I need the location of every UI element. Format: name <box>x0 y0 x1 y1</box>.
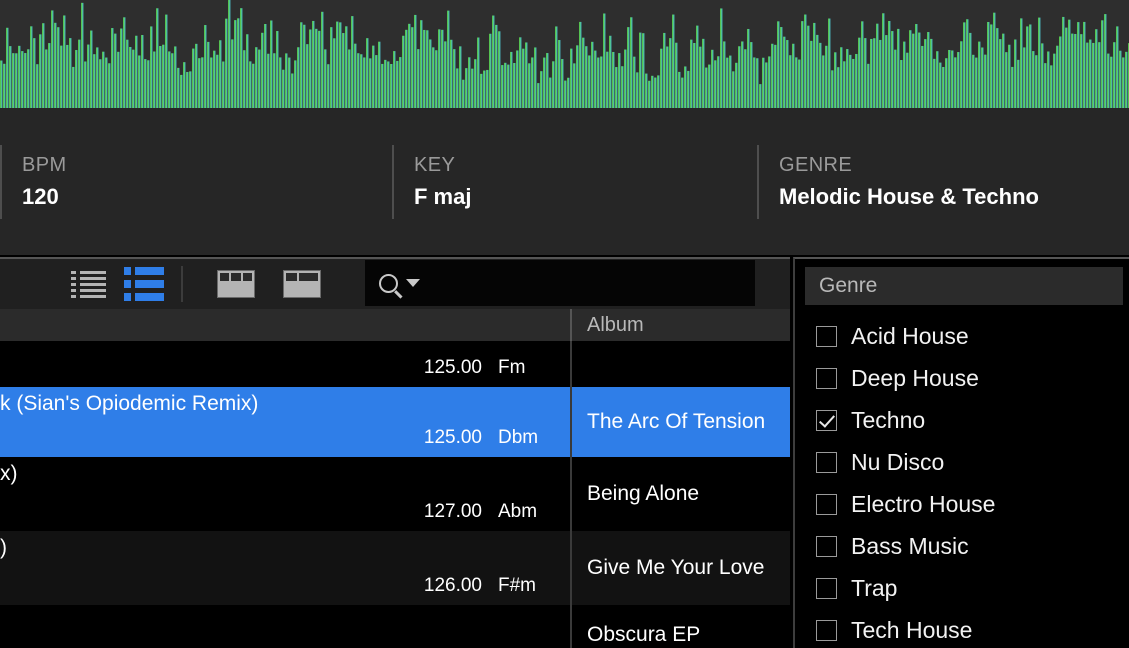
waveform-canvas <box>0 0 1129 108</box>
checkbox-icon[interactable] <box>816 619 837 641</box>
row-title-cell: x) 127.00 Abm <box>0 457 572 531</box>
compact-list-view-button[interactable] <box>60 258 116 310</box>
genre-filter-item[interactable]: Bass Music <box>795 525 1129 567</box>
row-title-cell <box>0 605 572 648</box>
genre-filter-label: Deep House <box>851 364 979 391</box>
row-title-cell: ) 126.00 F#m <box>0 531 572 605</box>
track-bpm: 125.00 <box>423 427 482 448</box>
column-header-album[interactable]: Album <box>572 309 790 341</box>
search-bar[interactable] <box>365 260 755 306</box>
checkbox-checked-icon[interactable] <box>816 409 837 431</box>
large-list-icon <box>124 267 164 301</box>
checkbox-icon[interactable] <box>816 577 837 599</box>
track-title: x) <box>0 462 18 485</box>
chevron-down-icon[interactable] <box>406 279 420 287</box>
bpm-label: BPM <box>22 153 67 176</box>
genre-label: GENRE <box>779 153 853 176</box>
track-waveform[interactable] <box>0 0 1129 108</box>
three-deck-layout-button[interactable] <box>208 258 264 310</box>
row-title-cell: k (Sian's Opiodemic Remix) 125.00 Dbm <box>0 387 572 457</box>
track-bpm: 125.00 <box>423 357 482 378</box>
track-album: Give Me Your Love <box>587 556 765 579</box>
genre-filter-list: Acid House Deep House Techno Nu Disco Electr… <box>795 309 1129 648</box>
metadata-genre: GENRE Melodic House & Techno <box>757 144 1129 219</box>
genre-filter-item[interactable]: Nu Disco <box>795 441 1129 483</box>
key-value: F maj <box>414 183 472 209</box>
track-bpm: 127.00 <box>423 501 482 522</box>
genre-filter-panel: Genre Acid House Deep House Techno Nu Disco… <box>793 257 1129 648</box>
genre-filter-label: Trap <box>851 574 898 601</box>
genre-value: Melodic House & Techno <box>779 183 1039 209</box>
compact-list-icon <box>70 270 106 298</box>
genre-filter-label: Electro House <box>851 490 996 517</box>
track-list[interactable]: 125.00FmSons Of Suburbiak (Sian's Opiode… <box>0 309 790 648</box>
genre-filter-label: Acid House <box>851 322 969 349</box>
table-row[interactable]: k (Sian's Opiodemic Remix) 125.00 Dbm The A… <box>0 387 790 457</box>
checkbox-icon[interactable] <box>816 451 837 473</box>
genre-filter-label: Nu Disco <box>851 448 945 475</box>
table-row[interactable]: x) 127.00 Abm Being Alone <box>0 457 790 531</box>
genre-filter-item[interactable]: Trap <box>795 567 1129 609</box>
track-key: Abm <box>498 501 538 522</box>
genre-filter-item[interactable]: Tech House <box>795 609 1129 648</box>
track-key: F#m <box>498 575 536 596</box>
track-key: Fm <box>498 357 526 378</box>
track-title: k (Sian's Opiodemic Remix) <box>0 392 259 415</box>
key-label: KEY <box>414 153 456 176</box>
table-row[interactable]: Obscura EP <box>0 605 790 648</box>
genre-filter-item[interactable]: Electro House <box>795 483 1129 525</box>
dj-library-window: BPM 120 KEY F maj GENRE Melodic House & … <box>0 0 1129 648</box>
row-bpm-key: 126.00 F#m <box>0 575 570 597</box>
search-input[interactable] <box>428 273 755 293</box>
table-row[interactable]: ) 126.00 F#m Give Me Your Love <box>0 531 790 605</box>
row-bpm-key: 125.00 Dbm <box>0 427 570 449</box>
genre-filter-label: Techno <box>851 406 926 433</box>
genre-filter-item[interactable]: Techno <box>795 399 1129 441</box>
two-deck-layout-button[interactable] <box>274 258 330 310</box>
row-bpm-key: 127.00 Abm <box>0 501 570 523</box>
two-deck-layout-icon <box>283 270 321 298</box>
metadata-bpm: BPM 120 <box>0 144 392 219</box>
bpm-value: 120 <box>22 183 59 209</box>
track-metadata-bar: BPM 120 KEY F maj GENRE Melodic House & … <box>0 108 1129 255</box>
track-album: Being Alone <box>587 482 700 505</box>
genre-filter-header: Genre <box>805 267 1123 305</box>
track-list-header: Album <box>0 309 790 341</box>
row-bpm-key: 125.00 Fm <box>0 357 570 379</box>
genre-filter-item[interactable]: Deep House <box>795 357 1129 399</box>
track-album: Obscura EP <box>587 623 701 646</box>
track-title: ) <box>0 536 7 559</box>
track-bpm: 126.00 <box>423 575 482 596</box>
checkbox-icon[interactable] <box>816 325 837 347</box>
header-left-columns <box>0 309 572 341</box>
checkbox-icon[interactable] <box>816 535 837 557</box>
genre-filter-item[interactable]: Acid House <box>795 315 1129 357</box>
track-key: Dbm <box>498 427 539 448</box>
checkbox-icon[interactable] <box>816 493 837 515</box>
track-album: The Arc Of Tension <box>587 410 766 433</box>
checkbox-icon[interactable] <box>816 367 837 389</box>
genre-filter-label: Tech House <box>851 616 973 643</box>
metadata-key: KEY F maj <box>392 144 757 219</box>
large-list-view-button[interactable] <box>116 258 172 310</box>
toolbar-divider <box>181 266 183 302</box>
search-icon <box>379 273 398 293</box>
three-deck-layout-icon <box>217 270 255 298</box>
genre-filter-label: Bass Music <box>851 532 969 559</box>
